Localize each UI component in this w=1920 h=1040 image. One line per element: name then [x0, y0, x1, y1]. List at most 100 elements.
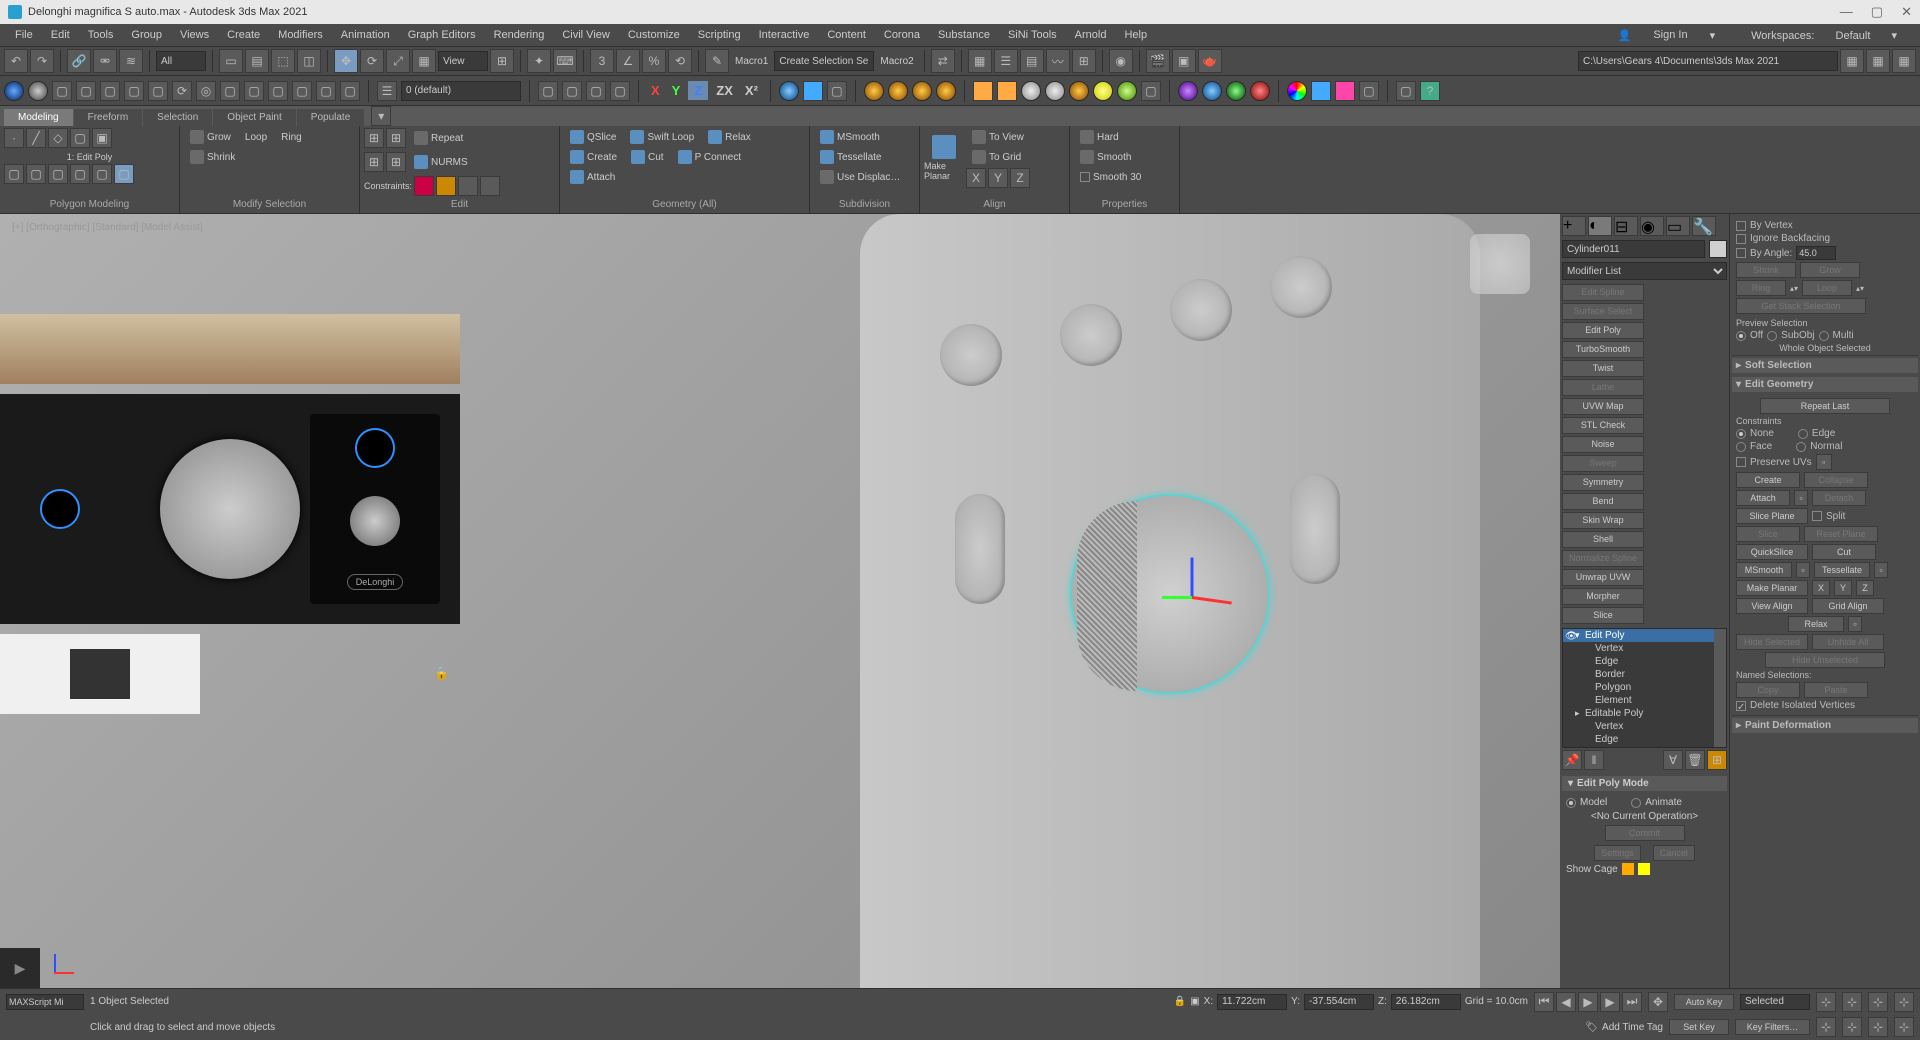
menu-customize[interactable]: Customize — [619, 29, 689, 41]
relax-settings[interactable]: ▫ — [1848, 616, 1862, 632]
auto-key-button[interactable]: Auto Key — [1674, 994, 1734, 1010]
edit-icon-4[interactable]: ⊞ — [386, 152, 406, 172]
end-1[interactable] — [1311, 81, 1331, 101]
constraint-1[interactable] — [414, 176, 434, 196]
spinner-snap-button[interactable]: ⟲ — [668, 49, 692, 73]
select-scale-button[interactable]: ⤢ — [386, 49, 410, 73]
time-config[interactable]: ✥ — [1648, 992, 1668, 1012]
end-2[interactable] — [1335, 81, 1355, 101]
viewport[interactable]: [+] [Orthographic] [Standard] [Model Ass… — [0, 214, 1560, 988]
menu-tools[interactable]: Tools — [79, 29, 123, 41]
constraint-4[interactable] — [480, 176, 500, 196]
swift-loop-button[interactable]: Swift Loop — [624, 128, 700, 146]
subobj-polygon[interactable]: ▢ — [70, 128, 90, 148]
subobj-radio[interactable] — [1767, 331, 1777, 341]
use-displace-button[interactable]: Use Displac… — [814, 168, 906, 186]
material-editor-button[interactable]: ◉ — [1109, 49, 1133, 73]
mod-edit-poly[interactable]: Edit Poly — [1562, 322, 1644, 339]
light-4[interactable] — [936, 81, 956, 101]
mat-btn-1[interactable] — [803, 81, 823, 101]
btn-13[interactable]: ▢ — [340, 81, 360, 101]
mat-sphere-1[interactable] — [779, 81, 799, 101]
layer-btn[interactable]: ☰ — [377, 81, 397, 101]
select-place-button[interactable]: ▦ — [412, 49, 436, 73]
ribbon-toggle[interactable]: ▾ — [371, 106, 391, 126]
repeat-button[interactable]: Repeat — [408, 129, 469, 147]
subobj-element[interactable]: ▣ — [92, 128, 112, 148]
btn-12[interactable]: ▢ — [316, 81, 336, 101]
close-button[interactable]: ✕ — [1901, 4, 1912, 20]
select-manipulate-button[interactable]: ✦ — [527, 49, 551, 73]
cage-color-1[interactable] — [1622, 863, 1634, 875]
end-3[interactable]: ▢ — [1359, 81, 1379, 101]
mod-edit-spline[interactable]: Edit Spline — [1562, 284, 1644, 301]
ignore-backfacing-check[interactable] — [1736, 234, 1746, 244]
attach-button[interactable]: Attach — [564, 168, 621, 186]
rectangular-region-button[interactable]: ⬚ — [271, 49, 295, 73]
expand-icon[interactable]: ▸ — [1575, 708, 1580, 719]
unlink-button[interactable]: ⚮ — [93, 49, 117, 73]
animate-radio[interactable] — [1631, 798, 1641, 808]
mod-slice[interactable]: Slice — [1562, 607, 1644, 624]
stack-scrollbar[interactable] — [1714, 629, 1726, 747]
attach-button[interactable]: Attach — [1736, 490, 1790, 506]
menu-animation[interactable]: Animation — [332, 29, 399, 41]
detach-button[interactable]: Detach — [1812, 490, 1866, 506]
collapse-icon[interactable]: ▾ — [1575, 630, 1580, 641]
edit-poly-mode-rollout[interactable]: ▾Edit Poly Mode — [1562, 776, 1727, 791]
corona-7[interactable]: ▢ — [1141, 81, 1161, 101]
menu-substance[interactable]: Substance — [929, 29, 999, 41]
stack-edit-poly[interactable]: 👁▾Edit Poly — [1563, 629, 1726, 642]
effect-1[interactable] — [1178, 81, 1198, 101]
msmooth-settings[interactable]: ▫ — [1796, 562, 1810, 578]
play-button[interactable]: ▶ — [1578, 992, 1598, 1012]
bind-space-warp-button[interactable]: ≋ — [119, 49, 143, 73]
create-tab[interactable]: + — [1562, 216, 1586, 236]
stack-vertex-2[interactable]: Vertex — [1563, 720, 1726, 733]
msmooth-button[interactable]: MSmooth — [1736, 562, 1792, 578]
cut-button[interactable]: Cut — [1812, 544, 1876, 560]
corona-3[interactable] — [1021, 81, 1041, 101]
mod-lathe[interactable]: Lathe — [1562, 379, 1644, 396]
btn-1[interactable]: ▢ — [52, 81, 72, 101]
stack-element[interactable]: Element — [1563, 694, 1726, 707]
reset-plane-button[interactable]: Reset Plane — [1804, 526, 1878, 542]
pm-4[interactable]: ▢ — [70, 164, 90, 184]
unhide-all-button[interactable]: Unhide All — [1812, 634, 1884, 650]
make-planar-button[interactable]: Make Planar — [1736, 580, 1808, 596]
display-tab[interactable]: ▭ — [1666, 216, 1690, 236]
modifier-stack[interactable]: 👁▾Edit Poly Vertex Edge Border Polygon E… — [1562, 628, 1727, 748]
cancel-button[interactable]: Cancel — [1653, 845, 1695, 861]
key-filters-button[interactable]: Key Filters… — [1735, 1019, 1810, 1035]
undo-button[interactable]: ↶ — [4, 49, 28, 73]
select-object-button[interactable]: ▭ — [219, 49, 243, 73]
make-unique[interactable]: ∀ — [1663, 750, 1683, 770]
viewport-expand[interactable]: ▶ — [0, 948, 40, 988]
layer-explorer-button[interactable]: ☰ — [994, 49, 1018, 73]
cut-button[interactable]: Cut — [625, 148, 670, 166]
isolate-icon[interactable]: ▣ — [1190, 996, 1199, 1007]
corona-sun[interactable] — [1093, 81, 1113, 101]
menu-rendering[interactable]: Rendering — [485, 29, 554, 41]
cage-color-2[interactable] — [1638, 863, 1650, 875]
subobj-border[interactable]: ◇ — [48, 128, 68, 148]
effect-2[interactable] — [1202, 81, 1222, 101]
menu-edit[interactable]: Edit — [42, 29, 79, 41]
copy-button[interactable]: Copy — [1736, 682, 1800, 698]
nav-1[interactable]: ⊹ — [1816, 992, 1836, 1012]
edge-radio[interactable] — [1798, 429, 1808, 439]
light-2[interactable] — [888, 81, 908, 101]
motion-tab[interactable]: ◉ — [1640, 216, 1664, 236]
nav-8[interactable]: ⊹ — [1894, 1017, 1914, 1037]
slice-plane-button[interactable]: Slice Plane — [1736, 508, 1808, 524]
show-end-result[interactable]: ǁ — [1584, 750, 1604, 770]
split-check[interactable] — [1812, 511, 1822, 521]
x-axis-label[interactable]: X — [647, 83, 664, 98]
shrink-button[interactable]: Shrink — [1736, 262, 1796, 278]
sign-in[interactable]: 👤 Sign In ▾ — [1599, 29, 1734, 42]
remove-modifier[interactable]: 🗑 — [1685, 750, 1705, 770]
modifier-list-dropdown[interactable]: Modifier List — [1562, 262, 1727, 280]
render-button[interactable]: 🫖 — [1198, 49, 1222, 73]
menu-arnold[interactable]: Arnold — [1066, 29, 1116, 41]
grow-button[interactable]: Grow — [1800, 262, 1860, 278]
